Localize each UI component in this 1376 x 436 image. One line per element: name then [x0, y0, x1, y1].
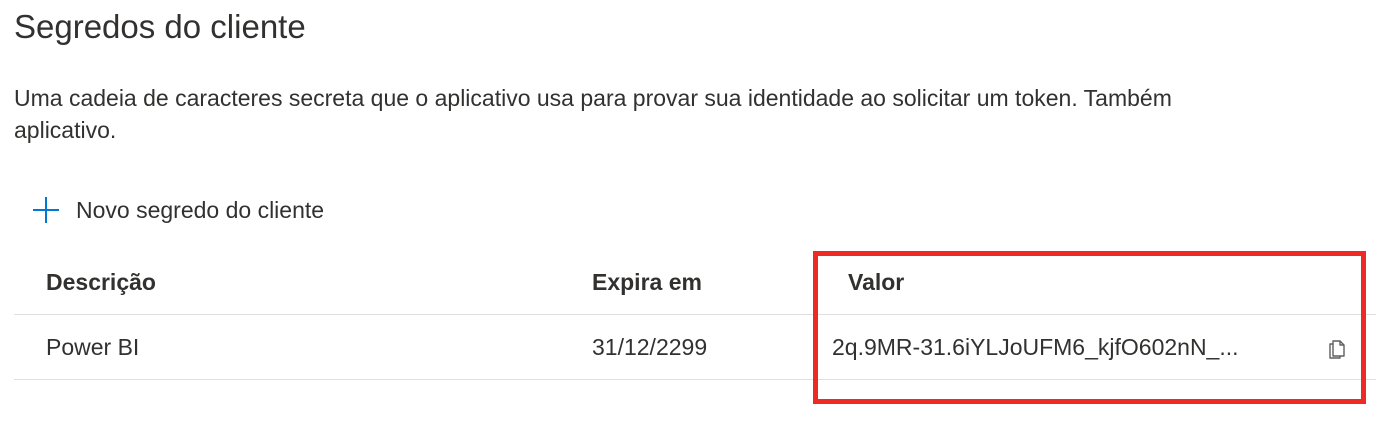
secret-expires-cell: 31/12/2299 — [592, 333, 708, 360]
copy-icon[interactable] — [1326, 338, 1348, 360]
column-header-expires[interactable]: Expira em — [592, 250, 702, 314]
column-header-description[interactable]: Descrição — [46, 250, 156, 314]
description-line-1: Uma cadeia de caracteres secreta que o a… — [14, 85, 1172, 111]
new-client-secret-label: Novo segredo do cliente — [76, 196, 325, 223]
secret-value-text: 2q.9MR-31.6iYLJoUFM6_kjfO602nN_... — [832, 333, 1239, 360]
table-header-row: Descrição Expira em Valor — [14, 250, 1376, 315]
page-description: Uma cadeia de caracteres secreta que o a… — [14, 82, 1376, 146]
table-row[interactable]: Power BI 31/12/2299 2q.9MR-31.6iYLJoUFM6… — [14, 315, 1376, 380]
new-client-secret-button[interactable]: Novo segredo do cliente — [30, 191, 324, 229]
secret-description-cell: Power BI — [46, 333, 140, 360]
client-secrets-table: Descrição Expira em Valor Power BI 31/12… — [14, 250, 1376, 380]
description-line-2: aplicativo. — [14, 117, 117, 143]
secret-value-cell: 2q.9MR-31.6iYLJoUFM6_kjfO602nN_... — [832, 315, 1312, 379]
page-title: Segredos do cliente — [14, 8, 306, 45]
plus-icon — [30, 194, 62, 226]
column-header-value[interactable]: Valor — [848, 250, 904, 314]
